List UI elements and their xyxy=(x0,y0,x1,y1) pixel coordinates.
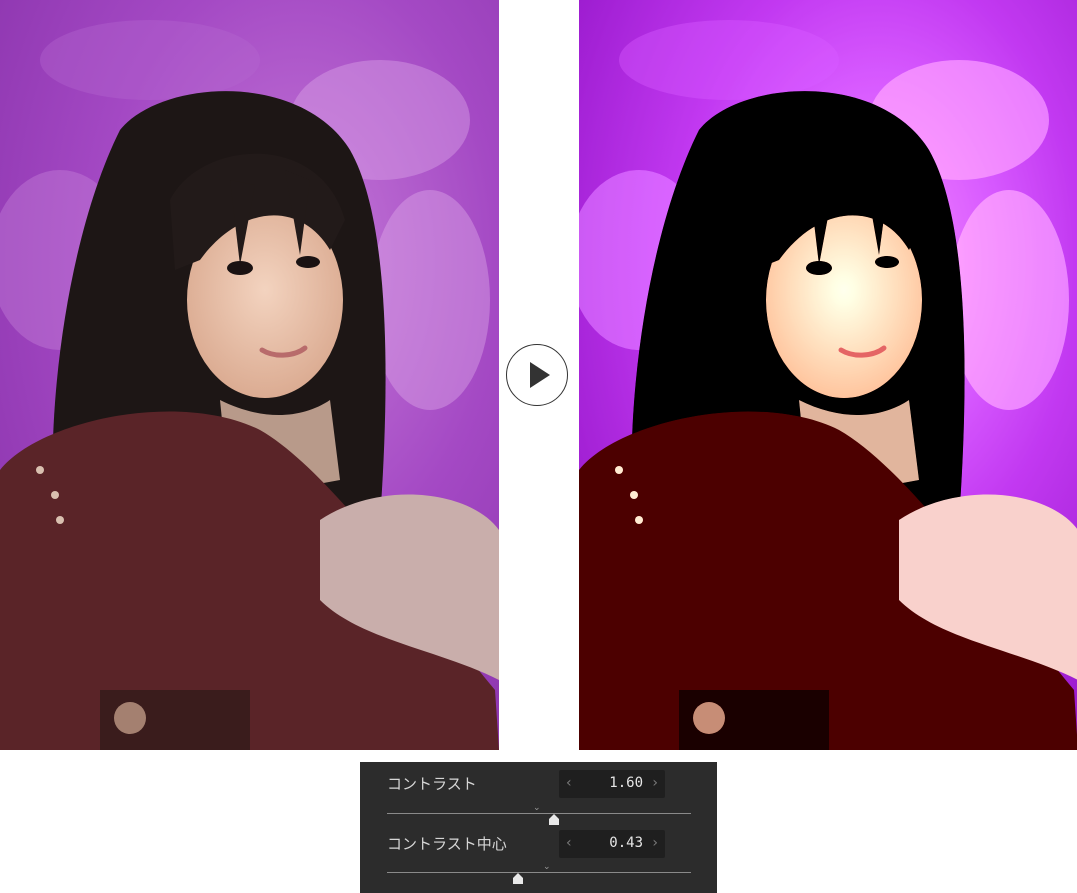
contrast-center-value[interactable]: 0.43 xyxy=(609,835,643,851)
play-arrow-icon xyxy=(530,362,550,388)
contrast-center-label: コントラスト中心 xyxy=(387,835,507,853)
chevron-left-icon[interactable]: ‹ xyxy=(566,775,572,791)
portrait-before-image xyxy=(0,0,499,750)
adjustment-panel: コントラスト ‹ 1.60 › ⌄ コントラスト中心 ‹ 0.43 › ⌄ xyxy=(360,762,717,893)
slider-thumb-icon xyxy=(512,873,523,884)
chevron-right-icon[interactable]: › xyxy=(652,835,658,851)
contrast-center-slider-track[interactable] xyxy=(387,872,691,873)
contrast-value-field[interactable]: ‹ 1.60 › xyxy=(559,770,665,798)
chevron-down-icon: ⌄ xyxy=(533,803,541,813)
photo-before xyxy=(0,0,499,750)
photo-after xyxy=(579,0,1077,750)
chevron-left-icon[interactable]: ‹ xyxy=(566,835,572,851)
chevron-down-icon: ⌄ xyxy=(543,862,551,872)
contrast-slider-track[interactable] xyxy=(387,813,691,814)
chevron-right-icon[interactable]: › xyxy=(652,775,658,791)
contrast-center-value-field[interactable]: ‹ 0.43 › xyxy=(559,830,665,858)
compare-arrow-button[interactable] xyxy=(506,344,568,406)
contrast-label: コントラスト xyxy=(387,775,477,793)
slider-thumb-icon xyxy=(549,814,560,825)
contrast-center-slider-thumb[interactable] xyxy=(512,873,523,884)
contrast-slider-thumb[interactable] xyxy=(549,814,560,825)
contrast-value[interactable]: 1.60 xyxy=(609,775,643,791)
portrait-after-image xyxy=(579,0,1077,750)
